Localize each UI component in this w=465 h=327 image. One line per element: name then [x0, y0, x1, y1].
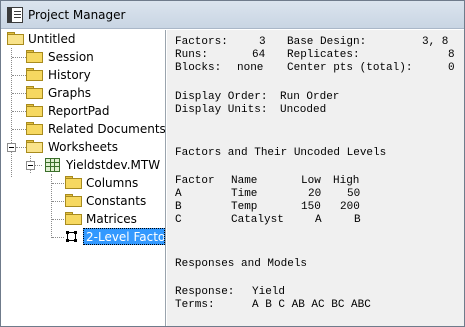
- tree-item-label: Session: [48, 50, 94, 64]
- tree-item-history[interactable]: History: [1, 66, 165, 84]
- tree-item-label: Worksheets: [48, 140, 118, 154]
- tree-item-worksheets[interactable]: Worksheets: [1, 138, 165, 156]
- folder-icon: [65, 194, 82, 207]
- factors-table-row-a-high: 50: [347, 188, 361, 200]
- tree-item-reportpad[interactable]: ReportPad: [1, 102, 165, 120]
- responses-heading: Responses and Models: [175, 258, 308, 270]
- tree-item-label: Yieldstdev.MTW: [66, 158, 161, 172]
- factors-table-header-high: High: [333, 175, 360, 187]
- factors-table-row-c-low: A: [315, 214, 322, 226]
- factors-table-row-b-high: 200: [340, 201, 360, 213]
- tree-item-label: Graphs: [48, 86, 92, 100]
- tree-item-label: Untitled: [28, 32, 76, 46]
- folder-icon: [26, 50, 43, 63]
- folder-open-icon: [7, 32, 24, 45]
- runs-label: Runs:: [175, 49, 209, 61]
- folder-icon: [65, 212, 82, 225]
- factors-table-row-c-name: Catalyst: [231, 214, 284, 226]
- folder-icon: [26, 86, 43, 99]
- factors-table-header-factor: Factor: [175, 175, 215, 187]
- tree-item-columns[interactable]: Columns: [1, 174, 165, 192]
- folder-icon: [65, 176, 82, 189]
- factors-table-row-a-name: Time: [231, 188, 258, 200]
- terms-value: A B C AB AC BC ABC: [252, 299, 371, 311]
- runs-value: 64: [252, 49, 266, 61]
- factors-label: Factors:: [175, 36, 228, 48]
- title-bar[interactable]: Project Manager: [1, 1, 464, 29]
- replicates-value: 8: [448, 49, 455, 61]
- factors-table-header-name: Name: [231, 175, 258, 187]
- factors-table-row-b-factor: B: [175, 201, 182, 213]
- factors-table-header-low: Low: [301, 175, 321, 187]
- tree-item-untitled[interactable]: Untitled: [1, 30, 165, 48]
- factors-table-row-b-low: 150: [301, 201, 321, 213]
- factors-table-heading: Factors and Their Uncoded Levels: [175, 147, 387, 159]
- factorial-design-icon: [64, 229, 79, 244]
- project-tree[interactable]: Untitled Session History Graphs ReportPa…: [1, 30, 166, 326]
- tree-item-label: Matrices: [86, 212, 137, 226]
- tree-item-constants[interactable]: Constants: [1, 192, 165, 210]
- tree-item-label: Related Documents: [48, 122, 166, 136]
- display-units-value: Uncoded: [280, 104, 327, 116]
- tree-item-session[interactable]: Session: [1, 48, 165, 66]
- tree-item-label-selected: 2-Level Factorial: [83, 228, 165, 245]
- tree-item-2-level-factorial[interactable]: 2-Level Factorial: [1, 228, 165, 246]
- replicates-label: Replicates:: [287, 49, 360, 61]
- folder-icon: [26, 122, 43, 135]
- tree-item-label: Columns: [86, 176, 139, 190]
- tree-item-label: Constants: [86, 194, 147, 208]
- display-order-label: Display Order:: [175, 91, 268, 103]
- center-pts-label: Center pts (total):: [287, 62, 413, 74]
- project-manager-window: Project Manager Untitled Session History: [0, 0, 465, 327]
- tree-item-matrices[interactable]: Matrices: [1, 210, 165, 228]
- folder-icon: [26, 104, 43, 117]
- response-label: Response:: [175, 286, 235, 298]
- worksheet-icon: [45, 158, 60, 172]
- blocks-value: none: [237, 62, 264, 74]
- project-manager-icon: [7, 7, 23, 23]
- factors-value: 3: [259, 36, 266, 48]
- folder-open-icon: [26, 140, 43, 153]
- center-pts-value: 0: [448, 62, 455, 74]
- factors-table-row-b-name: Temp: [231, 201, 258, 213]
- base-design-value: 3, 8: [422, 36, 449, 48]
- factors-table-row-a-factor: A: [175, 188, 182, 200]
- display-units-label: Display Units:: [175, 104, 268, 116]
- blocks-label: Blocks:: [175, 62, 222, 74]
- response-value: Yield: [252, 286, 286, 298]
- base-design-label: Base Design:: [287, 36, 367, 48]
- display-order-value: Run Order: [280, 91, 340, 103]
- tree-item-label: ReportPad: [48, 104, 110, 118]
- factors-table-row-a-low: 20: [308, 188, 322, 200]
- design-summary-pane[interactable]: Factors: 3 Base Design: 3, 8 Runs: 64 Re…: [167, 30, 464, 326]
- factors-table-row-c-high: B: [354, 214, 361, 226]
- window-title: Project Manager: [28, 8, 126, 22]
- terms-label: Terms:: [175, 299, 215, 311]
- tree-item-graphs[interactable]: Graphs: [1, 84, 165, 102]
- tree-item-related-documents[interactable]: Related Documents: [1, 120, 166, 138]
- tree-item-label: History: [48, 68, 91, 82]
- tree-item-worksheet-yieldstdev[interactable]: Yieldstdev.MTW: [1, 156, 165, 174]
- folder-icon: [26, 68, 43, 81]
- factors-table-row-c-factor: C: [175, 214, 182, 226]
